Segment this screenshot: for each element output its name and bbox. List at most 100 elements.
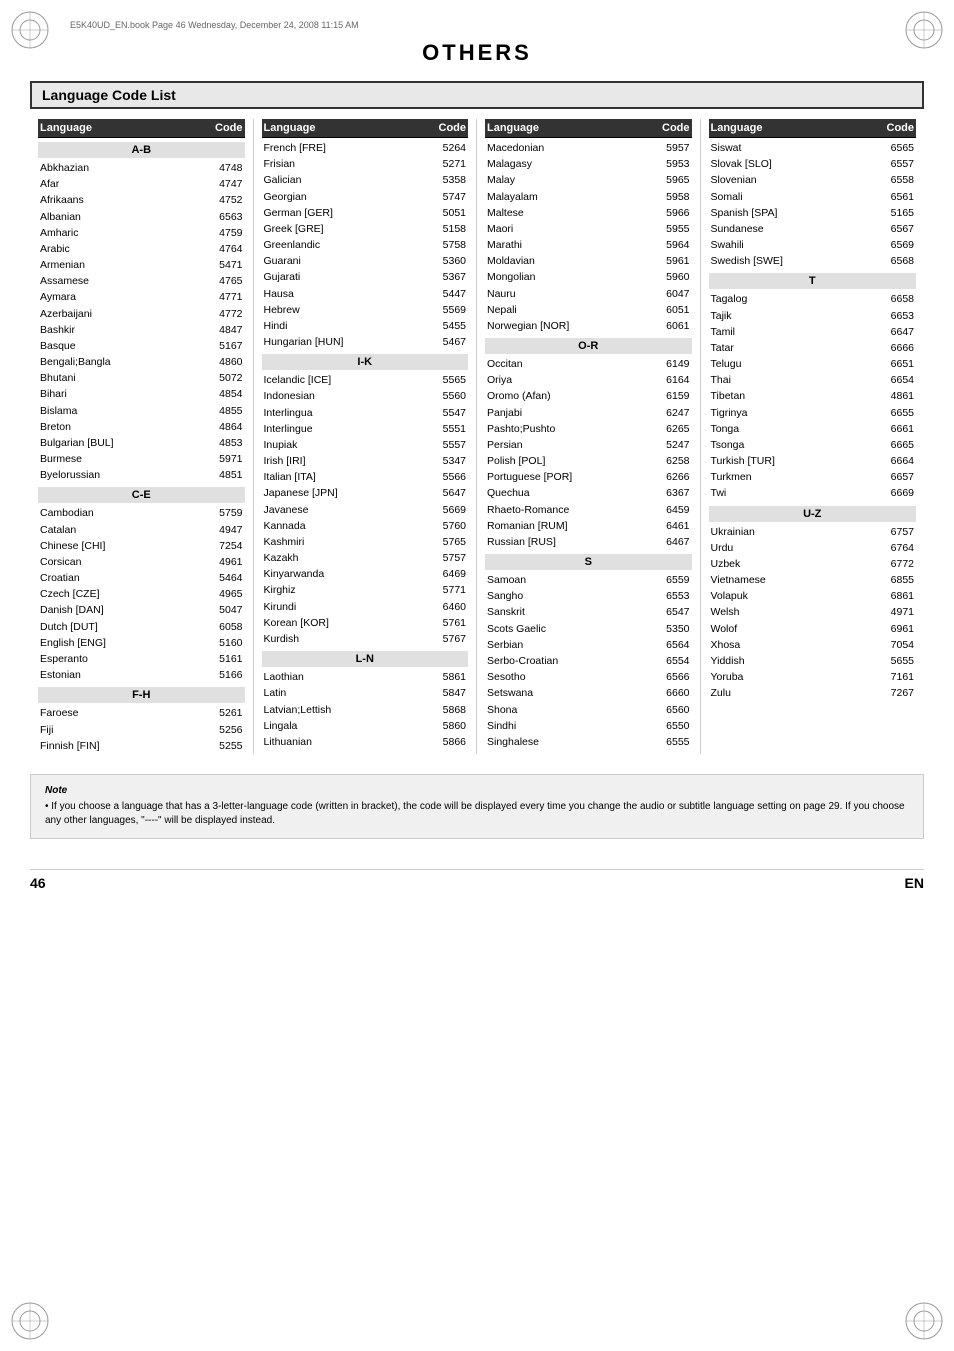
table-row: Serbo-Croatian6554	[485, 653, 692, 669]
lang-code: 5051	[426, 206, 466, 220]
lang-name: Greenlandic	[264, 238, 427, 252]
lang-code: 5455	[426, 319, 466, 333]
lang-name: Moldavian	[487, 254, 650, 268]
lang-code: 4851	[203, 468, 243, 482]
table-row: Hebrew5569	[262, 302, 469, 318]
section-heading-3-1: T	[709, 273, 917, 289]
lang-code: 4860	[203, 355, 243, 369]
column-0: LanguageCodeA-BAbkhazian4748Afar4747Afri…	[30, 119, 254, 754]
lang-name: Latin	[264, 686, 427, 700]
lang-code: 6655	[874, 406, 914, 420]
lang-name: Corsican	[40, 555, 203, 569]
lang-name: Guarani	[264, 254, 427, 268]
lang-code: 5560	[426, 389, 466, 403]
col-lang-header: Language	[711, 122, 875, 134]
lang-name: Japanese [JPN]	[264, 486, 427, 500]
lang-code: 5847	[426, 686, 466, 700]
lang-code: 6658	[874, 292, 914, 306]
lang-name: Assamese	[40, 274, 203, 288]
lang-name: Bashkir	[40, 323, 203, 337]
lang-name: Cambodian	[40, 506, 203, 520]
corner-decoration-bl	[10, 1301, 50, 1341]
table-row: Czech [CZE]4965	[38, 586, 245, 602]
lang-name: Bislama	[40, 404, 203, 418]
lang-code: 6550	[650, 719, 690, 733]
table-row: Somali6561	[709, 189, 917, 205]
table-row: Esperanto5161	[38, 651, 245, 667]
col-lang-header: Language	[264, 122, 427, 134]
table-row: Abkhazian4748	[38, 160, 245, 176]
lang-name: Bengali;Bangla	[40, 355, 203, 369]
page-container: E5K40UD_EN.book Page 46 Wednesday, Decem…	[0, 0, 954, 1351]
lang-code: 5360	[426, 254, 466, 268]
lang-name: Singhalese	[487, 735, 650, 749]
lang-name: Panjabi	[487, 406, 650, 420]
table-row: Kirghiz5771	[262, 582, 469, 598]
lang-code: 5167	[203, 339, 243, 353]
table-row: Interlingua5547	[262, 405, 469, 421]
table-row: Setswana6660	[485, 685, 692, 701]
lang-name: Estonian	[40, 668, 203, 682]
lang-code: 6547	[650, 605, 690, 619]
lang-name: Norwegian [NOR]	[487, 319, 650, 333]
table-row: Volapuk6861	[709, 588, 917, 604]
lang-code: 5771	[426, 583, 466, 597]
table-row: Kirundi6460	[262, 599, 469, 615]
table-row: Vietnamese6855	[709, 572, 917, 588]
lang-code: 6651	[874, 357, 914, 371]
lang-code: 5960	[650, 270, 690, 284]
lang-name: Marathi	[487, 238, 650, 252]
lang-code: 6653	[874, 309, 914, 323]
section-heading-1-1: I-K	[262, 354, 469, 370]
lang-code: 5767	[426, 632, 466, 646]
lang-code: 6247	[650, 406, 690, 420]
col-lang-header: Language	[487, 122, 650, 134]
lang-name: Dutch [DUT]	[40, 620, 203, 634]
lang-code: 5747	[426, 190, 466, 204]
lang-name: Kashmiri	[264, 535, 427, 549]
lang-code: 6861	[874, 589, 914, 603]
lang-name: Swahili	[711, 238, 875, 252]
lang-code: 6560	[650, 703, 690, 717]
lang-code: 6553	[650, 589, 690, 603]
table-row: Hausa5447	[262, 286, 469, 302]
lang-name: English [ENG]	[40, 636, 203, 650]
lang-code: 6459	[650, 503, 690, 517]
lang-code: 4854	[203, 387, 243, 401]
lang-code: 6961	[874, 622, 914, 636]
table-row: Wolof6961	[709, 621, 917, 637]
table-row: Georgian5747	[262, 189, 469, 205]
col-header-0: LanguageCode	[38, 119, 245, 138]
lang-code: 6061	[650, 319, 690, 333]
table-row: Japanese [JPN]5647	[262, 485, 469, 501]
lang-name: Tajik	[711, 309, 875, 323]
lang-name: Greek [GRE]	[264, 222, 427, 236]
table-row: Samoan6559	[485, 572, 692, 588]
lang-code: 6149	[650, 357, 690, 371]
lang-name: Lingala	[264, 719, 427, 733]
table-row: Latin5847	[262, 685, 469, 701]
lang-name: Tsonga	[711, 438, 875, 452]
lang-name: Kirghiz	[264, 583, 427, 597]
table-row: Uzbek6772	[709, 556, 917, 572]
table-row: Occitan6149	[485, 356, 692, 372]
lang-name: Tibetan	[711, 389, 875, 403]
lang-name: Breton	[40, 420, 203, 434]
table-row: Mongolian5960	[485, 269, 692, 285]
lang-code: 5551	[426, 422, 466, 436]
lang-code: 6554	[650, 654, 690, 668]
table-row: Cambodian5759	[38, 505, 245, 521]
lang-code: 5866	[426, 735, 466, 749]
lang-code: 4747	[203, 177, 243, 191]
lang-code: 5966	[650, 206, 690, 220]
lang-name: Telugu	[711, 357, 875, 371]
column-2: LanguageCodeMacedonian5957Malagasy5953Ma…	[477, 119, 701, 754]
lang-code: 5367	[426, 270, 466, 284]
lang-code: 6159	[650, 389, 690, 403]
table-row: Byelorussian4851	[38, 467, 245, 483]
lang-name: French [FRE]	[264, 141, 427, 155]
lang-code: 6058	[203, 620, 243, 634]
lang-name: Vietnamese	[711, 573, 875, 587]
table-row: Greenlandic5758	[262, 237, 469, 253]
corner-decoration-tr	[904, 10, 944, 50]
